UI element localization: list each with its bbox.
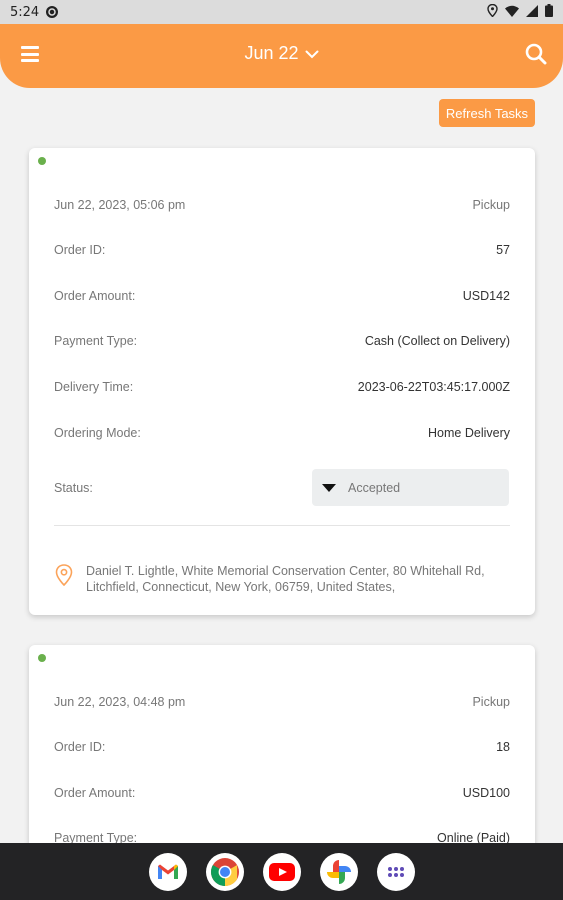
order-id-value: 57 <box>496 243 510 257</box>
date-selector[interactable]: Jun 22 <box>0 43 563 64</box>
sync-icon <box>45 5 59 19</box>
payment-type-value: Cash (Collect on Delivery) <box>364 334 510 348</box>
order-datetime: Jun 22, 2023, 05:06 pm <box>54 198 186 212</box>
order-amount-value: USD100 <box>462 786 510 800</box>
order-card[interactable]: Jun 22, 2023, 05:06 pm Pickup Order ID: … <box>29 148 535 615</box>
refresh-tasks-button[interactable]: Refresh Tasks <box>439 99 535 127</box>
order-amount-value: USD142 <box>462 289 510 303</box>
app-header: Jun 22 <box>0 24 563 88</box>
location-pin-icon <box>54 564 74 595</box>
location-icon <box>487 3 498 20</box>
chrome-icon[interactable] <box>205 852 244 891</box>
payment-type-row: Payment Type: Cash (Collect on Delivery) <box>54 334 510 348</box>
order-amount-row: Order Amount: USD100 <box>54 786 510 800</box>
order-amount-label: Order Amount: <box>54 786 136 800</box>
youtube-icon[interactable] <box>262 852 301 891</box>
delivery-time-value: 2023-06-22T03:45:17.000Z <box>357 380 510 394</box>
order-header-row: Jun 22, 2023, 05:06 pm Pickup <box>54 198 510 212</box>
status-time: 5:24 <box>10 4 40 20</box>
status-dot <box>38 157 46 165</box>
gmail-icon[interactable] <box>148 852 187 891</box>
search-icon[interactable] <box>525 43 547 70</box>
status-bar: 5:24 <box>0 0 563 24</box>
signal-icon <box>526 4 538 20</box>
order-id-value: 18 <box>496 740 510 754</box>
app-dock <box>0 843 563 900</box>
delivery-address: Daniel T. Lightle, White Memorial Conser… <box>54 563 515 595</box>
order-id-label: Order ID: <box>54 740 106 754</box>
order-amount-label: Order Amount: <box>54 289 136 303</box>
address-text: Daniel T. Lightle, White Memorial Conser… <box>86 564 485 594</box>
delivery-time-label: Delivery Time: <box>54 380 134 394</box>
status-dot <box>38 654 46 662</box>
divider <box>54 525 510 526</box>
status-label: Status: <box>54 481 93 495</box>
order-amount-row: Order Amount: USD142 <box>54 289 510 303</box>
chevron-down-icon <box>305 43 319 64</box>
wifi-icon <box>505 4 519 20</box>
delivery-time-row: Delivery Time: 2023-06-22T03:45:17.000Z <box>54 380 510 394</box>
order-id-label: Order ID: <box>54 243 106 257</box>
order-type: Pickup <box>472 695 510 709</box>
app-drawer-icon[interactable] <box>376 852 415 891</box>
dropdown-caret-icon <box>322 483 336 492</box>
ordering-mode-label: Ordering Mode: <box>54 426 141 440</box>
order-header-row: Jun 22, 2023, 04:48 pm Pickup <box>54 695 510 709</box>
selected-date: Jun 22 <box>244 43 299 63</box>
status-value: Accepted <box>348 480 401 495</box>
status-dropdown[interactable]: Accepted <box>312 469 509 506</box>
photos-icon[interactable] <box>319 852 358 891</box>
order-datetime: Jun 22, 2023, 04:48 pm <box>54 695 186 709</box>
order-id-row: Order ID: 57 <box>54 243 510 257</box>
battery-icon <box>545 4 553 20</box>
status-row: Status: <box>54 481 93 495</box>
payment-type-label: Payment Type: <box>54 334 138 348</box>
order-type: Pickup <box>472 198 510 212</box>
order-id-row: Order ID: 18 <box>54 740 510 754</box>
ordering-mode-value: Home Delivery <box>428 426 510 440</box>
ordering-mode-row: Ordering Mode: Home Delivery <box>54 426 510 440</box>
